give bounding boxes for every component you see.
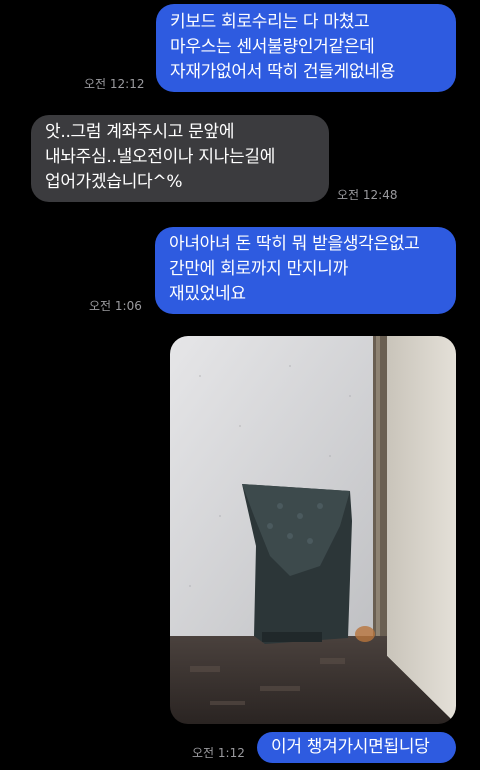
message-text: 간만에 회로까지 만지니까 [169, 259, 348, 279]
message-text: 키보드 회로수리는 다 마쳤고 [170, 12, 370, 32]
message-timestamp: 오전 1:06 [89, 299, 142, 313]
message-timestamp: 오전 1:12 [192, 746, 245, 760]
message-text: 재밌었네요 [169, 284, 246, 304]
message-text: 자재가없어서 딱히 건들게없네용 [170, 62, 395, 82]
message-text: 내놔주심..낼오전이나 지나는길에 [45, 147, 276, 167]
message-bubble-sent[interactable]: 이거 챙겨가시면됩니당 [257, 732, 456, 763]
photo-attachment[interactable] [170, 336, 456, 724]
message-text: 업어가겠습니다^% [45, 172, 183, 192]
package-photo-image [170, 336, 456, 724]
message-timestamp: 오전 12:12 [84, 77, 145, 91]
message-text: 이거 챙겨가시면됩니당 [271, 737, 430, 757]
message-bubble-received[interactable]: 앗..그럼 계좌주시고 문앞에 내놔주심..낼오전이나 지나는길에 업어가겠습니… [31, 115, 329, 202]
message-text: 마우스는 센서불량인거같은데 [170, 37, 375, 57]
message-text: 앗..그럼 계좌주시고 문앞에 [45, 122, 235, 142]
message-text: 아녀아녀 돈 딱히 뭐 받을생각은없고 [169, 234, 420, 254]
message-bubble-sent[interactable]: 아녀아녀 돈 딱히 뭐 받을생각은없고 간만에 회로까지 만지니까 재밌었네요 [155, 227, 456, 314]
message-bubble-sent[interactable]: 키보드 회로수리는 다 마쳤고 마우스는 센서불량인거같은데 자재가없어서 딱히… [156, 4, 456, 92]
message-timestamp: 오전 12:48 [337, 188, 398, 202]
